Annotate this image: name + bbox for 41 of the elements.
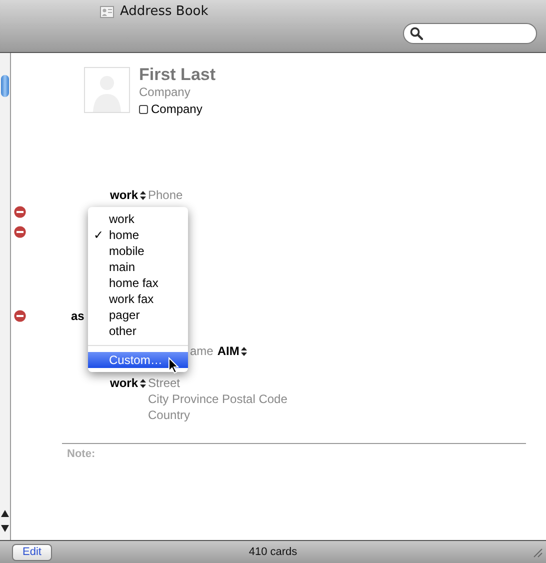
search-icon bbox=[410, 27, 423, 40]
edit-button[interactable]: Edit bbox=[12, 544, 52, 560]
window-title: Address Book bbox=[120, 4, 208, 19]
remove-icon[interactable] bbox=[14, 206, 26, 218]
contact-name[interactable]: First Last bbox=[139, 66, 216, 84]
label-popup[interactable]: work bbox=[110, 187, 146, 203]
phone-field[interactable]: Phone bbox=[148, 187, 183, 203]
stepper-arrows-icon bbox=[241, 346, 248, 356]
scroll-up-icon[interactable] bbox=[1, 510, 9, 517]
checkbox-label: Company bbox=[151, 102, 202, 116]
remove-icon[interactable] bbox=[14, 226, 26, 238]
menu-item[interactable]: main bbox=[88, 259, 188, 275]
scroll-thumb[interactable] bbox=[1, 75, 9, 97]
contact-card-icon bbox=[100, 6, 114, 18]
address-field[interactable]: Street bbox=[148, 375, 288, 391]
menu-item[interactable]: mobile bbox=[88, 243, 188, 259]
scroll-down-icon[interactable] bbox=[1, 525, 9, 532]
menu-item[interactable]: home fax bbox=[88, 275, 188, 291]
card-count: 410 cards bbox=[248, 546, 298, 558]
label-popup[interactable]: work bbox=[110, 375, 146, 391]
address-field[interactable]: City Province Postal Code bbox=[148, 391, 288, 407]
menu-item[interactable]: ✓ home bbox=[88, 227, 188, 243]
resize-grip-icon[interactable] bbox=[532, 546, 543, 558]
label-popup[interactable]: AIM bbox=[217, 343, 248, 359]
company-field[interactable]: Company bbox=[139, 84, 216, 100]
address-field[interactable]: Country bbox=[148, 407, 288, 423]
note-label: Note: bbox=[66, 447, 96, 460]
checkbox[interactable] bbox=[139, 104, 148, 114]
stepper-arrows-icon bbox=[140, 378, 146, 388]
menu-item[interactable]: Custom… bbox=[88, 352, 188, 368]
menu-item[interactable]: work fax bbox=[88, 291, 188, 307]
search-field[interactable] bbox=[403, 23, 537, 44]
menu-item[interactable]: other bbox=[88, 323, 188, 339]
username-field[interactable]: ame bbox=[190, 343, 214, 359]
stepper-arrows-icon bbox=[140, 190, 146, 200]
checkmark-icon: ✓ bbox=[88, 227, 109, 243]
field-label: as bbox=[71, 308, 84, 324]
menu-item[interactable]: work bbox=[88, 211, 188, 227]
remove-icon[interactable] bbox=[14, 310, 26, 322]
scroll-bar[interactable] bbox=[0, 53, 11, 540]
menu-item[interactable]: pager bbox=[88, 307, 188, 323]
